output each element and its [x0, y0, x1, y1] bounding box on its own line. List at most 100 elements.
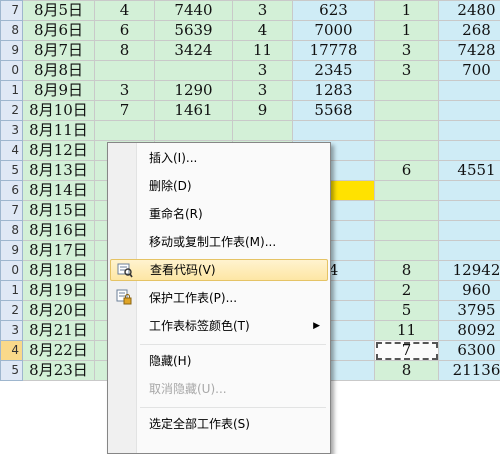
amount-cell[interactable]	[439, 201, 500, 221]
amount-cell[interactable]	[439, 181, 500, 201]
table-row[interactable]: 98月7日83424111777837428	[1, 41, 500, 61]
date-cell[interactable]: 8月12日	[23, 141, 95, 161]
count-cell[interactable]: 4	[95, 1, 155, 21]
count-cell[interactable]	[233, 121, 293, 141]
menu-item-insert[interactable]: 插入(I)...	[110, 147, 328, 169]
date-cell[interactable]: 8月15日	[23, 201, 95, 221]
count-cell[interactable]: 1	[375, 21, 439, 41]
date-cell[interactable]: 8月18日	[23, 261, 95, 281]
amount-cell[interactable]: 7428	[439, 41, 500, 61]
menu-item-rename[interactable]: 重命名(R)	[110, 203, 328, 225]
row-header[interactable]: 5	[1, 161, 23, 181]
row-header[interactable]: 4	[1, 341, 23, 361]
amount-cell[interactable]	[155, 61, 233, 81]
row-header[interactable]: 5	[1, 361, 23, 381]
amount-cell[interactable]: 268	[439, 21, 500, 41]
amount-cell[interactable]: 21136	[439, 361, 500, 381]
date-cell[interactable]: 8月6日	[23, 21, 95, 41]
menu-item-select-all-sheets[interactable]: 选定全部工作表(S)	[110, 413, 328, 435]
amount-cell[interactable]	[439, 241, 500, 261]
count-cell[interactable]	[375, 221, 439, 241]
count-cell[interactable]	[375, 121, 439, 141]
amount-cell[interactable]: 17778	[293, 41, 375, 61]
amount-cell[interactable]	[439, 101, 500, 121]
row-header[interactable]: 2	[1, 301, 23, 321]
count-cell[interactable]: 4	[233, 21, 293, 41]
amount-cell[interactable]	[155, 121, 233, 141]
count-cell[interactable]	[375, 81, 439, 101]
row-header[interactable]: 7	[1, 201, 23, 221]
row-header[interactable]: 6	[1, 181, 23, 201]
menu-item-protect-sheet[interactable]: 保护工作表(P)...	[110, 287, 328, 309]
date-cell[interactable]: 8月10日	[23, 101, 95, 121]
count-cell[interactable]: 2	[375, 281, 439, 301]
row-header[interactable]: 8	[1, 21, 23, 41]
row-header[interactable]: 3	[1, 321, 23, 341]
date-cell[interactable]: 8月8日	[23, 61, 95, 81]
row-header[interactable]: 7	[1, 1, 23, 21]
table-row[interactable]: 88月6日65639470001268	[1, 21, 500, 41]
amount-cell[interactable]: 700	[439, 61, 500, 81]
amount-cell[interactable]: 2345	[293, 61, 375, 81]
date-cell[interactable]: 8月17日	[23, 241, 95, 261]
count-cell[interactable]: 7	[95, 101, 155, 121]
date-cell[interactable]: 8月20日	[23, 301, 95, 321]
count-cell[interactable]: 1	[375, 1, 439, 21]
date-cell[interactable]: 8月5日	[23, 1, 95, 21]
count-cell[interactable]	[95, 61, 155, 81]
count-cell[interactable]	[375, 101, 439, 121]
date-cell[interactable]: 8月13日	[23, 161, 95, 181]
amount-cell[interactable]: 8092	[439, 321, 500, 341]
row-header[interactable]: 1	[1, 81, 23, 101]
date-cell[interactable]: 8月19日	[23, 281, 95, 301]
date-cell[interactable]: 8月11日	[23, 121, 95, 141]
count-cell[interactable]: 11	[375, 321, 439, 341]
amount-cell[interactable]: 1283	[293, 81, 375, 101]
row-header[interactable]: 3	[1, 121, 23, 141]
amount-cell[interactable]: 960	[439, 281, 500, 301]
count-cell[interactable]	[375, 241, 439, 261]
table-row[interactable]: 78月5日47440362312480	[1, 1, 500, 21]
amount-cell[interactable]: 5568	[293, 101, 375, 121]
amount-cell[interactable]	[439, 221, 500, 241]
menu-item-view-code[interactable]: 查看代码(V)	[110, 259, 328, 281]
row-header[interactable]: 9	[1, 241, 23, 261]
count-cell[interactable]: 3	[233, 81, 293, 101]
count-cell[interactable]: 3	[375, 61, 439, 81]
table-row[interactable]: 08月8日323453700	[1, 61, 500, 81]
count-cell[interactable]: 3	[233, 1, 293, 21]
count-cell[interactable]: 3	[375, 41, 439, 61]
amount-cell[interactable]: 5639	[155, 21, 233, 41]
amount-cell[interactable]	[439, 121, 500, 141]
menu-item-tab-color[interactable]: 工作表标签颜色(T)▶	[110, 315, 328, 337]
count-cell[interactable]: 7	[375, 341, 439, 361]
date-cell[interactable]: 8月23日	[23, 361, 95, 381]
count-cell[interactable]: 3	[95, 81, 155, 101]
menu-item-move-or-copy[interactable]: 移动或复制工作表(M)...	[110, 231, 328, 253]
count-cell[interactable]	[375, 201, 439, 221]
date-cell[interactable]: 8月21日	[23, 321, 95, 341]
date-cell[interactable]: 8月9日	[23, 81, 95, 101]
count-cell[interactable]: 3	[233, 61, 293, 81]
amount-cell[interactable]: 7000	[293, 21, 375, 41]
table-row[interactable]: 18月9日3129031283	[1, 81, 500, 101]
date-cell[interactable]: 8月7日	[23, 41, 95, 61]
date-cell[interactable]: 8月16日	[23, 221, 95, 241]
row-header[interactable]: 9	[1, 41, 23, 61]
row-header[interactable]: 1	[1, 281, 23, 301]
count-cell[interactable]: 8	[375, 361, 439, 381]
count-cell[interactable]: 11	[233, 41, 293, 61]
amount-cell[interactable]: 4551	[439, 161, 500, 181]
amount-cell[interactable]	[439, 141, 500, 161]
row-header[interactable]: 8	[1, 221, 23, 241]
date-cell[interactable]: 8月14日	[23, 181, 95, 201]
row-header[interactable]: 0	[1, 61, 23, 81]
amount-cell[interactable]	[439, 81, 500, 101]
table-row[interactable]: 38月11日	[1, 121, 500, 141]
amount-cell[interactable]: 3424	[155, 41, 233, 61]
menu-item-delete[interactable]: 删除(D)	[110, 175, 328, 197]
row-header[interactable]: 4	[1, 141, 23, 161]
table-row[interactable]: 28月10日7146195568	[1, 101, 500, 121]
count-cell[interactable]: 9	[233, 101, 293, 121]
row-header[interactable]: 0	[1, 261, 23, 281]
